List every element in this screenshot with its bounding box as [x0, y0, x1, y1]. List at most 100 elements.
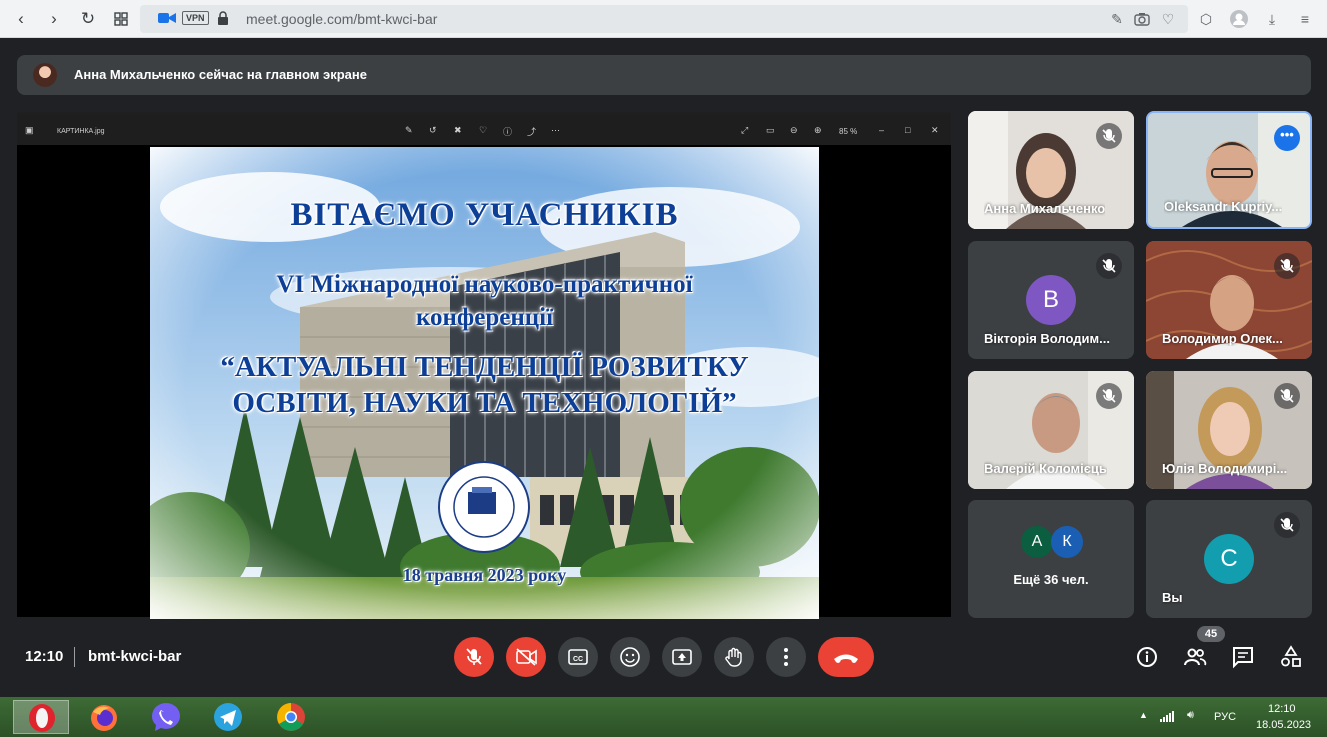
captions-button[interactable]: CC — [558, 637, 598, 677]
heart-icon[interactable]: ♡ — [1159, 10, 1177, 28]
taskbar-firefox[interactable] — [76, 700, 132, 734]
more-icon: ⋯ — [551, 125, 560, 135]
slide-image: ВІТАЄМО УЧАСНИКІВ VI Міжнародної науково… — [150, 147, 819, 619]
meet-camera-icon — [158, 13, 176, 23]
zoom-level: 85 % — [839, 127, 858, 136]
present-button[interactable] — [662, 637, 702, 677]
mic-off-icon — [1274, 383, 1300, 409]
clock-date[interactable]: 18.05.2023 — [1256, 719, 1311, 731]
participant-name: Валерій Коломієць — [984, 461, 1107, 476]
zoom-out-icon: ⊖ — [790, 125, 798, 135]
more-participants-label: Ещё 36 чел. — [1013, 572, 1089, 587]
avatar — [33, 63, 57, 87]
info-icon: ⓘ — [503, 127, 513, 137]
raise-hand-button[interactable] — [714, 637, 754, 677]
mic-off-icon — [1274, 253, 1300, 279]
close-icon: ✕ — [931, 125, 939, 135]
mic-off-icon — [1096, 383, 1122, 409]
people-icon[interactable] — [1183, 645, 1207, 669]
camera-off-icon — [516, 648, 537, 666]
participant-tile[interactable]: Анна Михальченко — [968, 111, 1134, 229]
maximize-icon: □ — [905, 125, 911, 135]
taskbar-opera[interactable] — [13, 700, 69, 734]
edit-icon: ✎ — [405, 125, 413, 135]
viewer-app-icon: ▣ — [25, 125, 34, 135]
participant-tile[interactable]: В Вікторія Володим... — [968, 241, 1134, 359]
network-icon[interactable] — [1160, 711, 1174, 722]
mic-off-icon — [1274, 512, 1300, 538]
slide-subtitle-line-2: конференції — [415, 304, 554, 331]
participant-name: Oleksandr Kupriy... — [1164, 199, 1283, 214]
participant-tile[interactable]: Юлія Володимирі... — [1146, 371, 1312, 489]
fullscreen-icon: ⤢ — [741, 125, 749, 135]
download-icon[interactable]: ⤓ — [1263, 10, 1281, 28]
taskbar-telegram[interactable] — [200, 700, 256, 734]
firefox-icon — [91, 705, 117, 731]
hand-icon — [725, 647, 742, 667]
info-icon[interactable] — [1135, 645, 1159, 669]
mic-off-icon — [466, 648, 482, 665]
slide-topic-line-2: ОСВІТИ, НАУКИ ТА ТЕХНОЛОГІЙ” — [232, 387, 737, 419]
share-icon: ⤴ — [527, 127, 537, 137]
minimize-icon: – — [879, 125, 885, 135]
back-icon[interactable]: ‹ — [10, 8, 32, 30]
rotate-icon: ↺ — [429, 125, 437, 135]
banner-text: Анна Михальченко сейчас на главном экран… — [74, 67, 367, 82]
camera-toggle-button[interactable] — [506, 637, 546, 677]
forward-icon[interactable]: › — [43, 8, 65, 30]
participant-tile-self[interactable]: С Вы — [1146, 500, 1312, 618]
participant-name: Юлія Володимирі... — [1162, 461, 1288, 476]
tabs-grid-icon[interactable] — [110, 8, 132, 30]
emoji-icon — [620, 647, 640, 667]
tray-expand-icon[interactable]: ▲ — [1139, 710, 1148, 720]
more-options-button[interactable] — [766, 637, 806, 677]
avatar: В — [1026, 275, 1076, 325]
activities-icon[interactable] — [1279, 645, 1303, 669]
more-participants-tile[interactable]: А К Ещё 36 чел. — [968, 500, 1134, 618]
url-text[interactable]: meet.google.com/bmt-kwci-bar — [246, 11, 437, 27]
chrome-icon — [277, 703, 305, 731]
hang-up-icon — [834, 654, 858, 663]
chat-icon[interactable] — [1231, 645, 1255, 669]
os-taskbar: ▲ 🔊︎ РУС 12:10 18.05.2023 — [0, 697, 1327, 737]
delete-icon: ✖ — [454, 125, 462, 135]
opera-icon — [29, 704, 55, 732]
present-screen-icon — [672, 649, 692, 665]
leave-call-button[interactable] — [818, 637, 874, 677]
avatar: К — [1051, 526, 1083, 558]
slide-topic-line-1: “АКТУАЛЬНІ ТЕНДЕНЦІЇ РОЗВИТКУ — [220, 351, 749, 383]
meeting-code: bmt-kwci-bar — [88, 648, 182, 665]
participant-name: Володимир Олек... — [1162, 331, 1283, 346]
reactions-button[interactable] — [610, 637, 650, 677]
snapshot-icon[interactable] — [1133, 10, 1151, 28]
more-options-icon[interactable]: ••• — [1274, 125, 1300, 151]
lock-icon[interactable] — [217, 11, 229, 25]
viber-icon — [151, 703, 180, 731]
slide-subtitle-line-1: VI Міжнародної науково-практичної — [276, 271, 693, 298]
participant-name: Анна Михальченко — [984, 201, 1106, 216]
avatar: А — [1021, 526, 1053, 558]
slide-date: 18 травня 2023 року — [402, 565, 567, 585]
profile-icon[interactable] — [1230, 10, 1248, 28]
participant-tile[interactable]: Володимир Олек... — [1146, 241, 1312, 359]
mic-toggle-button[interactable] — [454, 637, 494, 677]
volume-icon[interactable]: 🔊︎ — [1187, 709, 1194, 722]
presentation-area[interactable]: ▣ КАРТИНКА.jpg ✎ ↺ ✖ ♡ ⓘ ⤴ ⋯ ⤢ ▭ ⊖ ⊕ 85 … — [17, 112, 951, 619]
language-indicator[interactable]: РУС — [1214, 711, 1236, 723]
taskbar-chrome[interactable] — [263, 700, 319, 734]
taskbar-viber[interactable] — [138, 700, 194, 734]
vpn-badge[interactable]: VPN — [182, 11, 209, 25]
participant-tile[interactable]: ••• Oleksandr Kupriy... — [1146, 111, 1312, 229]
cube-icon[interactable]: ⬡ — [1197, 10, 1215, 28]
viewer-file-name: КАРТИНКА.jpg — [57, 128, 105, 135]
reload-icon[interactable]: ↻ — [77, 8, 99, 30]
presenting-banner: Анна Михальченко сейчас на главном экран… — [17, 55, 1311, 95]
telegram-icon — [214, 703, 242, 731]
participant-tile[interactable]: Валерій Коломієць — [968, 371, 1134, 489]
participant-name: Вікторія Володим... — [984, 331, 1110, 346]
share-icon[interactable]: ✎ — [1108, 10, 1126, 28]
more-vert-icon — [784, 648, 788, 666]
avatar: С — [1204, 534, 1254, 584]
menu-icon[interactable]: ≡ — [1296, 10, 1314, 28]
clock-time[interactable]: 12:10 — [1268, 703, 1296, 715]
